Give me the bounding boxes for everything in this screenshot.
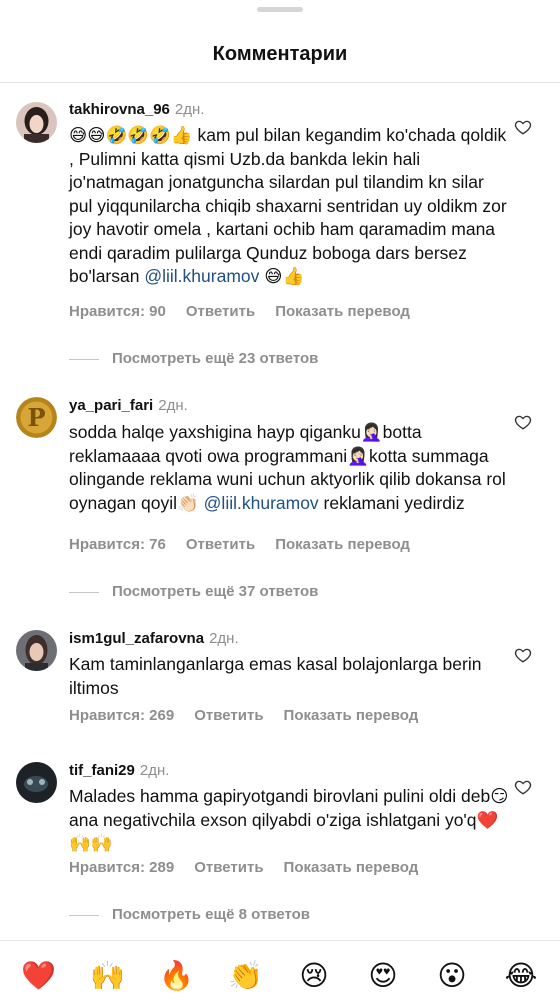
comment-actions: Нравится: 269 Ответить Показать перевод (69, 707, 438, 724)
likes-count[interactable]: Нравится: 90 (69, 303, 166, 320)
divider (69, 591, 99, 593)
view-replies[interactable]: Посмотреть ещё 8 ответов (69, 906, 310, 923)
view-replies-label: Посмотреть ещё 8 ответов (112, 906, 311, 923)
comment-actions: Нравится: 76 Ответить Показать перевод (69, 536, 430, 553)
reply-button[interactable]: Ответить (186, 536, 255, 553)
comment-tail: reklamani yedirdiz (318, 492, 465, 513)
view-replies[interactable]: Посмотреть ещё 37 ответов (69, 583, 318, 600)
translate-button[interactable]: Показать перевод (275, 303, 410, 320)
comment-actions: Нравится: 289 Ответить Показать перевод (69, 859, 438, 876)
divider (69, 914, 99, 916)
comment-text: Malades hamma gapiryotgandi birovlani pu… (69, 786, 509, 853)
reply-button[interactable]: Ответить (194, 707, 263, 724)
likes-count[interactable]: Нравится: 289 (69, 859, 174, 876)
avatar[interactable] (16, 630, 57, 671)
heart-eyes-emoji-button[interactable]: 😍 (366, 959, 400, 993)
comment-body: 😅😅🤣🤣🤣👍 kam pul bilan kegandim ko'chada q… (69, 125, 507, 286)
comment-text: sodda halqe yaxshigina hayp qiganku🤦🏻‍♀️… (69, 421, 509, 515)
likes-count[interactable]: Нравится: 269 (69, 707, 174, 724)
translate-button[interactable]: Показать перевод (275, 536, 410, 553)
comment-header: tif_fani29 2дн. (69, 762, 169, 780)
heart-outline-icon[interactable] (514, 778, 532, 796)
view-replies-label: Посмотреть ещё 37 ответов (112, 583, 319, 600)
laughing-emoji-button[interactable]: 😂 (504, 959, 538, 993)
comment-text: Kam taminlanganlarga emas kasal bolajonl… (69, 654, 482, 698)
timestamp: 2дн. (158, 397, 188, 414)
view-replies[interactable]: Посмотреть ещё 23 ответов (69, 350, 318, 367)
comments-sheet: Комментарии takhirovna_96 2дн. 😅😅🤣🤣🤣👍 kam… (0, 0, 560, 1008)
timestamp: 2дн. (139, 762, 170, 779)
translate-button[interactable]: Показать перевод (284, 859, 419, 876)
timestamp: 2дн. (209, 630, 239, 647)
heart-emoji-button[interactable]: ❤️ (21, 959, 56, 993)
avatar[interactable] (16, 762, 57, 803)
reply-button[interactable]: Ответить (194, 859, 263, 876)
reply-button[interactable]: Ответить (186, 303, 255, 320)
raised-hands-emoji-button[interactable]: 🙌 (90, 959, 125, 993)
comment-text: 😅😅🤣🤣🤣👍 kam pul bilan kegandim ko'chada q… (69, 124, 509, 289)
username[interactable]: tif_fani29 (69, 762, 135, 779)
surprised-emoji-button[interactable]: 😮 (435, 959, 469, 993)
timestamp: 2дн. (174, 101, 205, 118)
crying-emoji-button[interactable]: 😢 (297, 959, 331, 993)
username[interactable]: takhirovna_96 (69, 101, 170, 118)
username[interactable]: ism1gul_zafarovna (69, 630, 204, 647)
emoji-reaction-bar: ❤️ 🙌 🔥 👏 😢 😍 😮 😂 (0, 940, 560, 1008)
page-title: Комментарии (212, 43, 348, 65)
comment-header: ism1gul_zafarovna 2дн. (69, 630, 239, 648)
header: Комментарии (0, 0, 560, 83)
avatar[interactable] (16, 102, 57, 143)
username[interactable]: ya_pari_fari (69, 397, 153, 414)
avatar[interactable]: P (16, 397, 57, 438)
comment-tail: 😅👍 (259, 266, 305, 286)
mention-link[interactable]: @liil.khuramov (144, 266, 259, 286)
mention-link[interactable]: @liil.khuramov (204, 493, 319, 513)
svg-text:P: P (27, 403, 45, 432)
clap-emoji-button[interactable]: 👏 (228, 959, 263, 993)
heart-outline-icon[interactable] (514, 413, 532, 431)
fire-emoji-button[interactable]: 🔥 (159, 959, 194, 993)
heart-outline-icon[interactable] (514, 118, 532, 136)
divider (69, 358, 99, 360)
comment-header: ya_pari_fari 2дн. (69, 397, 188, 415)
likes-count[interactable]: Нравится: 76 (69, 536, 166, 553)
comment-actions: Нравится: 90 Ответить Показать перевод (69, 303, 430, 320)
heart-outline-icon[interactable] (514, 646, 532, 664)
translate-button[interactable]: Показать перевод (284, 707, 419, 724)
comment-header: takhirovna_96 2дн. (69, 101, 204, 119)
view-replies-label: Посмотреть ещё 23 ответов (112, 350, 319, 367)
